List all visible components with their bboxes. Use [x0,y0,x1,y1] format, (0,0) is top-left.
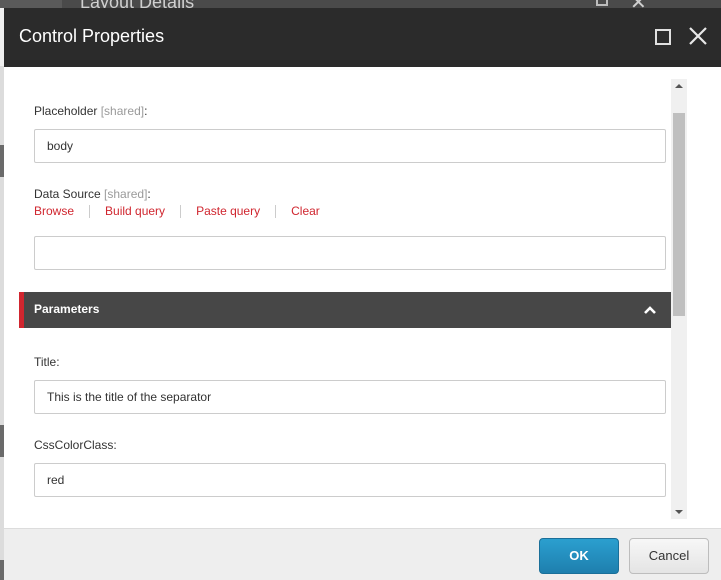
link-separator [275,204,277,218]
chevron-up-icon[interactable] [643,304,657,316]
shared-tag: [shared] [104,187,148,201]
link-separator [89,204,91,218]
background-maximize-icon[interactable] [596,0,608,6]
maximize-icon[interactable] [655,29,671,45]
scroll-down-arrow-icon[interactable] [675,510,683,514]
dialog-title: Control Properties [19,26,165,46]
css-color-class-label: CssColorClass: [34,438,117,452]
data-source-actions: Browse Build query Paste query Clear [34,204,320,218]
browse-link[interactable]: Browse [34,204,74,218]
clear-link[interactable]: Clear [291,204,320,218]
parameters-section-header[interactable]: Parameters [19,292,671,328]
data-source-label-text: Data Source [34,187,101,201]
control-properties-dialog: Control Properties Placeholder [shared]:… [4,8,721,580]
parameters-section-title: Parameters [34,302,100,316]
ok-button[interactable]: OK [539,538,619,574]
cancel-button[interactable]: Cancel [629,538,709,574]
close-icon[interactable] [687,25,709,47]
dialog-footer: OK Cancel [4,528,721,580]
dialog-body: Placeholder [shared]: Data Source [share… [4,67,721,528]
css-color-class-input[interactable] [34,463,666,497]
title-param-input[interactable] [34,380,666,414]
dialog-header: Control Properties [4,8,721,67]
label-colon: : [144,104,148,118]
build-query-link[interactable]: Build query [105,204,165,218]
placeholder-label-text: Placeholder [34,104,98,118]
link-separator [180,204,182,218]
scroll-up-arrow-icon[interactable] [675,84,683,88]
scrollbar-thumb[interactable] [673,113,685,316]
data-source-input[interactable] [34,236,666,270]
paste-query-link[interactable]: Paste query [196,204,260,218]
placeholder-label: Placeholder [shared]: [34,104,147,118]
shared-tag: [shared] [100,104,145,118]
placeholder-input[interactable] [34,129,666,163]
data-source-label: Data Source [shared]: [34,187,151,201]
title-param-label: Title: [34,355,60,369]
label-colon: : [147,187,151,201]
vertical-scrollbar[interactable] [671,79,687,519]
